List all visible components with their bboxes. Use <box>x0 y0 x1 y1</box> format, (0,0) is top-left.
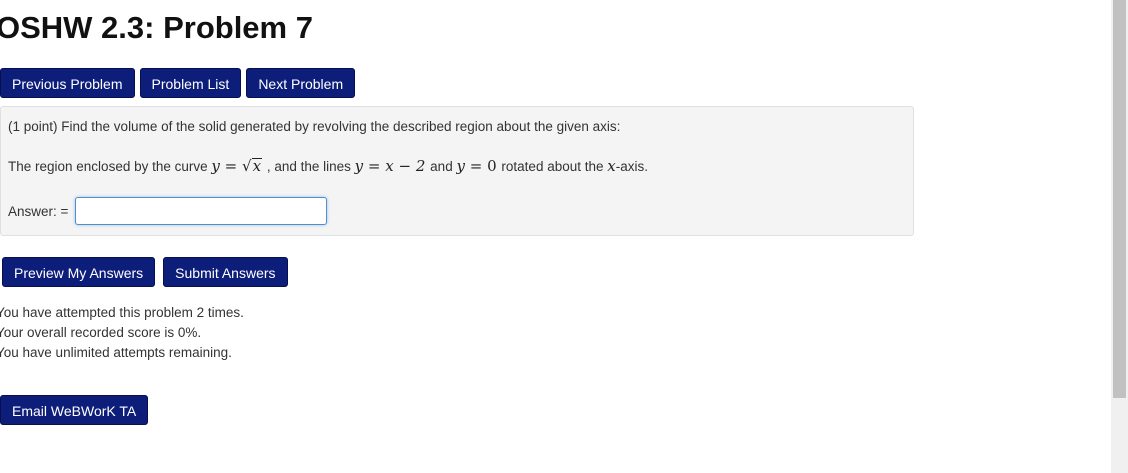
curve-lhs: y <box>211 157 220 175</box>
lines-text: , and the lines <box>266 159 351 174</box>
webwork-problem-page: OSHW 2.3: Problem 7 Previous Problem Pro… <box>0 0 1128 473</box>
line2-rhs: 0 <box>487 157 497 175</box>
answer-input[interactable] <box>75 197 328 225</box>
submit-answers-button[interactable]: Submit Answers <box>163 257 288 287</box>
answer-label: Answer: = <box>8 203 69 219</box>
problem-list-button[interactable]: Problem List <box>139 68 242 98</box>
rotated-text: rotated about the <box>501 159 604 174</box>
recorded-score: Your overall recorded score is 0%. <box>0 325 202 340</box>
line1-lhs: y <box>354 157 364 175</box>
answer-row: Answer: = <box>8 197 328 225</box>
and-text: and <box>430 159 453 174</box>
submit-actions: Preview My Answers Submit Answers <box>2 257 288 287</box>
scrollbar-thumb[interactable] <box>1113 0 1126 398</box>
line1-equation: y = x − 2 <box>355 157 431 175</box>
curve-equals: = <box>224 157 238 175</box>
axis-var: x <box>607 157 616 175</box>
region-prefix: The region enclosed by the curve <box>8 159 208 174</box>
email-ta-button[interactable]: Email WeBWorK TA <box>0 395 149 425</box>
previous-problem-button[interactable]: Previous Problem <box>0 68 135 98</box>
preview-answers-button[interactable]: Preview My Answers <box>2 257 156 287</box>
problem-nav: Previous Problem Problem List Next Probl… <box>0 68 356 98</box>
page-title: OSHW 2.3: Problem 7 <box>0 10 313 45</box>
axis-suffix: -axis. <box>615 159 649 174</box>
line2-equals: = <box>469 157 483 175</box>
line1-equals: = <box>367 157 381 175</box>
line2-lhs: y <box>456 157 465 175</box>
problem-body: (1 point) Find the volume of the solid g… <box>0 106 914 236</box>
attempts-count: You have attempted this problem 2 times. <box>0 305 244 320</box>
problem-intro: (1 point) Find the volume of the solid g… <box>8 119 621 134</box>
curve-equation: y = √x <box>211 157 266 175</box>
sqrt-radicand: x <box>251 157 263 175</box>
problem-region-text: The region enclosed by the curve y = √x … <box>8 157 648 175</box>
line1-rhs: x − 2 <box>385 157 426 175</box>
next-problem-button[interactable]: Next Problem <box>246 68 356 98</box>
attempts-remaining: You have unlimited attempts remaining. <box>0 345 232 360</box>
line2-equation: y = 0 <box>456 157 501 175</box>
attempts-info: You have attempted this problem 2 times.… <box>0 303 244 363</box>
sqrt-symbol: √x <box>242 157 263 175</box>
vertical-scrollbar[interactable] <box>1111 0 1128 473</box>
